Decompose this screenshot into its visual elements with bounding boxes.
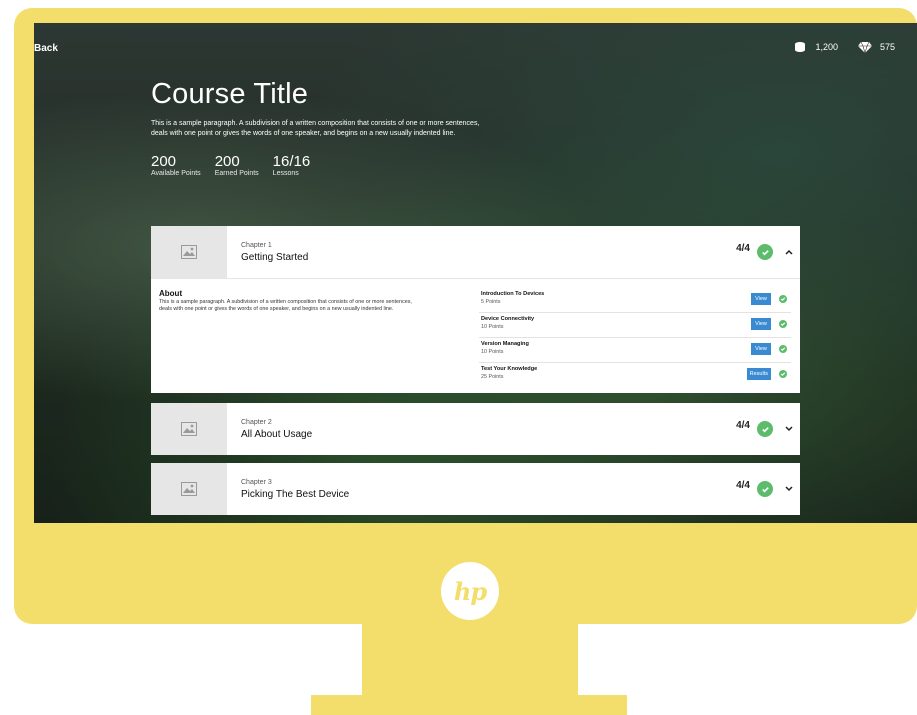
chevron-up-icon[interactable] (783, 246, 795, 258)
stat-value: 16/16 (272, 153, 311, 170)
stat-lessons: 16/16 Lessons (272, 153, 311, 178)
chapter-number: Chapter 2 (241, 418, 272, 426)
stat-label: Lessons (272, 170, 299, 177)
chapter-number: Chapter 1 (241, 241, 272, 249)
image-placeholder-icon (181, 422, 197, 436)
check-icon (779, 345, 787, 353)
lesson-points: 10 Points (481, 324, 504, 330)
chevron-down-icon[interactable] (783, 483, 795, 495)
points-value: 1,200 (815, 42, 838, 52)
chapter-progress: 4/4 (736, 480, 750, 491)
monitor-stand-neck (362, 623, 578, 695)
lesson-row: Version Managing 10 Points View (479, 338, 791, 363)
stat-label: Earned Points (214, 170, 259, 177)
lesson-row: Test Your Knowledge 25 Points Results (479, 363, 791, 387)
diamond-icon (857, 41, 872, 54)
course-description: This is a sample paragraph. A subdivisio… (151, 120, 480, 137)
results-button[interactable]: Results (746, 368, 771, 380)
lesson-row: Device Connectivity 10 Points View (479, 313, 791, 338)
chapter-title: Getting Started (241, 251, 309, 263)
chapter-meta: Chapter 1 Getting Started (241, 242, 308, 263)
view-button[interactable]: View (751, 343, 771, 355)
gems-value: 575 (879, 42, 895, 52)
chapter-thumbnail (151, 226, 227, 278)
chapter-header[interactable]: Chapter 2 All About Usage 4/4 (151, 403, 800, 455)
stat-earned-points: 200 Earned Points (214, 153, 259, 178)
course-stats: 200 Available Points 200 Earned Points 1… (151, 153, 511, 178)
chapter-progress: 4/4 (736, 243, 750, 254)
monitor-stand-base (311, 695, 627, 715)
logo-text: hp (453, 576, 487, 606)
check-icon (779, 370, 787, 378)
hp-logo: hp (441, 562, 499, 620)
chevron-down-icon[interactable] (783, 423, 795, 435)
chapter-thumbnail (151, 403, 227, 455)
image-placeholder-icon (181, 482, 197, 496)
lesson-list: Introduction To Devices 5 Points View De… (479, 288, 791, 387)
lesson-title: Test Your Knowledge (481, 366, 538, 372)
chapter-meta: Chapter 2 All About Usage (241, 419, 312, 440)
course-title: Course Title (151, 78, 309, 110)
chapter-title: Picking The Best Device (241, 488, 350, 500)
chapter-header[interactable]: Chapter 3 Picking The Best Device 4/4 (151, 463, 800, 515)
stat-available-points: 200 Available Points (151, 153, 201, 178)
user-stats-bar: 1,200 575 (793, 40, 907, 54)
lesson-points: 25 Points (481, 374, 504, 380)
chapter-card-2: Chapter 2 All About Usage 4/4 (151, 403, 800, 455)
chapter-card-3: Chapter 3 Picking The Best Device 4/4 (151, 463, 800, 515)
chapter-thumbnail (151, 463, 227, 515)
chapter-progress: 4/4 (736, 420, 750, 431)
chapter-body: About This is a sample paragraph. A subd… (151, 278, 800, 393)
course-header: Course Title This is a sample paragraph.… (151, 78, 511, 177)
view-button[interactable]: View (751, 293, 771, 305)
view-button[interactable]: View (751, 318, 771, 330)
stat-value: 200 (151, 153, 177, 170)
lesson-row: Introduction To Devices 5 Points View (479, 288, 791, 313)
chapter-meta: Chapter 3 Picking The Best Device (241, 479, 349, 500)
app-screen: Back 1,200 575 Course Title This is a sa… (34, 23, 917, 523)
lesson-title: Introduction To Devices (481, 291, 545, 297)
lesson-title: Version Managing (481, 341, 529, 347)
image-placeholder-icon (181, 245, 197, 259)
stat-value: 200 (214, 153, 240, 170)
chapter-number: Chapter 3 (241, 478, 272, 486)
chapter-card-1: Chapter 1 Getting Started 4/4 About This… (151, 226, 800, 393)
lesson-title: Device Connectivity (481, 316, 535, 322)
lesson-points: 10 Points (481, 349, 504, 355)
back-button[interactable]: Back (34, 43, 58, 54)
check-icon (757, 481, 773, 497)
chapter-header[interactable]: Chapter 1 Getting Started 4/4 (151, 226, 800, 278)
about-text: This is a sample paragraph. A subdivisio… (159, 299, 412, 312)
chapter-title: All About Usage (241, 428, 313, 440)
lesson-points: 5 Points (481, 299, 501, 305)
coin-stack-icon (795, 42, 806, 52)
check-icon (779, 295, 787, 303)
stat-label: Available Points (151, 170, 201, 177)
check-icon (779, 320, 787, 328)
check-icon (757, 244, 773, 260)
about-heading: About (159, 289, 183, 298)
check-icon (757, 421, 773, 437)
